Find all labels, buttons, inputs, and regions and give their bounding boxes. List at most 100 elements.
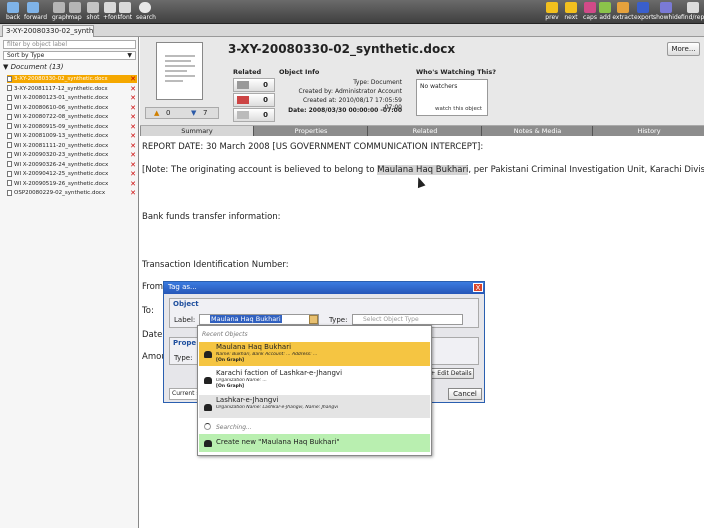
remove-icon[interactable]: ✕ (130, 123, 136, 131)
sidebar-document-item[interactable]: WI X-20080722-08_synthetic.docx ✕ (7, 113, 137, 121)
remove-icon[interactable]: ✕ (130, 189, 136, 197)
showhide-button[interactable]: showhide (653, 2, 681, 24)
document-icon (7, 189, 12, 196)
remove-icon[interactable]: ✕ (130, 132, 136, 140)
document-thumbnail (156, 42, 203, 100)
object-subtabs: Summary Properties Related Notes & Media… (140, 126, 704, 136)
suggestion-item[interactable]: Maulana Haq Bukhari Name: Bukhari, Bank … (199, 342, 430, 366)
document-icon (7, 113, 12, 120)
sidebar-document-item[interactable]: WI X-20080610-06_synthetic.docx ✕ (7, 104, 137, 112)
find-replace-button[interactable]: find/rep (681, 2, 704, 24)
suggestion-item[interactable]: Karachi faction of Lashkar-e-Jhangvi Org… (199, 368, 430, 393)
related-organizations-button[interactable]: 0 (233, 93, 275, 107)
info-created-by: Created by: Administrator Account (298, 88, 402, 95)
export-icon (637, 2, 649, 13)
document-icon (7, 104, 12, 110)
font-decrease-button[interactable]: -font (118, 2, 132, 24)
add-button[interactable]: add (598, 2, 612, 24)
sidebar-document-item[interactable]: 3-XY-20081117-12_synthetic.docx ✕ (7, 85, 137, 93)
tab-related[interactable]: Related (369, 126, 482, 136)
edit-details-button[interactable]: + Edit Details (428, 368, 474, 379)
remove-icon[interactable]: ✕ (130, 113, 136, 121)
tab-summary[interactable]: Summary (141, 126, 254, 136)
dialog-title: Tag as... (164, 282, 484, 294)
watch-object-link[interactable]: watch this object (435, 106, 482, 112)
filter-input[interactable]: filter by object label (3, 40, 136, 49)
shot-button[interactable]: shot (86, 2, 100, 24)
watching-heading: Who's Watching This? (416, 68, 496, 76)
sidebar-document-item[interactable]: WI X-20081009-13_synthetic.docx ✕ (7, 132, 137, 140)
related-documents-button[interactable]: 0 (233, 108, 275, 122)
document-icon (7, 161, 12, 167)
forward-button[interactable]: forward (24, 2, 47, 24)
more-button[interactable]: More... (667, 42, 700, 56)
remove-icon[interactable]: ✕ (130, 104, 136, 112)
suggestion-item[interactable]: Lashkar-e-Jhangvi Organization Name: Las… (199, 395, 430, 418)
prev-button[interactable]: prev (545, 2, 559, 24)
next-icon (565, 2, 577, 13)
graph-button[interactable]: graph (52, 2, 70, 24)
sidebar-document-item[interactable]: WI X-20090326-24_synthetic.docx ✕ (7, 161, 137, 169)
object-header: ▲ 0 ▼ 7 3-XY-20080330-02_synthetic.docx … (140, 37, 704, 126)
sidebar-document-item[interactable]: WI X-20081111-20_synthetic.docx ✕ (7, 142, 137, 150)
document-group-header[interactable]: ▼ Document (13) (3, 63, 63, 71)
vote-down-icon[interactable]: ▼ (191, 109, 196, 117)
highlighted-entity[interactable]: Maulana Haq Bukhari (377, 165, 469, 175)
sidebar-document-item[interactable]: OSP20080229-02_synthetic.docx ✕ (7, 189, 137, 197)
font-increase-button[interactable]: +font (103, 2, 120, 24)
remove-icon[interactable]: ✕ (130, 94, 136, 102)
cancel-button[interactable]: Cancel (448, 388, 482, 400)
remove-icon[interactable]: ✕ (130, 180, 136, 188)
info-type: Type: Document (353, 79, 402, 86)
next-button[interactable]: next (564, 2, 578, 24)
object-info-heading: Object Info (279, 68, 320, 76)
info-date: Date: 2008/03/30 00:00:00 -07:00 (288, 107, 402, 114)
extract-button[interactable]: extract (612, 2, 634, 24)
bank-transfer-line: Bank funds transfer information: (142, 212, 281, 222)
sidebar-document-item[interactable]: WI X-20090519-26_synthetic.docx ✕ (7, 180, 137, 188)
sidebar-document-item[interactable]: WI X-20080915-09_synthetic.docx ✕ (7, 123, 137, 131)
caps-icon (584, 2, 596, 13)
report-date-line: REPORT DATE: 30 March 2008 [US GOVERNMEN… (142, 142, 484, 152)
sidebar-document-item[interactable]: WI X-20090320-23_synthetic.docx ✕ (7, 151, 137, 159)
remove-icon[interactable]: ✕ (130, 151, 136, 159)
sort-select[interactable]: Sort by Type ▼ (3, 51, 136, 60)
close-icon[interactable]: X (473, 283, 483, 292)
caps-button[interactable]: caps (583, 2, 597, 24)
tab-notes-media[interactable]: Notes & Media (483, 126, 593, 136)
remove-icon[interactable]: ✕ (130, 85, 136, 93)
remove-icon[interactable]: ✕ (130, 161, 136, 169)
find-replace-icon (686, 2, 699, 13)
remove-icon[interactable]: ✕ (130, 170, 136, 178)
note-line: [Note: The originating account is believ… (142, 165, 704, 175)
extract-icon (617, 2, 629, 13)
vote-up-icon[interactable]: ▲ (154, 109, 159, 117)
tab-history[interactable]: History (594, 126, 704, 136)
person-icon (204, 440, 212, 447)
related-people-button[interactable]: 0 (233, 78, 275, 92)
object-type-select[interactable]: Select Object Type (352, 314, 463, 325)
search-button[interactable]: search (136, 2, 156, 24)
camera-icon (87, 2, 99, 13)
document-icon (7, 151, 12, 158)
sidebar-document-item[interactable]: 3-XY-20080330-02_synthetic.docx ✕ (7, 75, 137, 83)
sidebar-document-item[interactable]: WI X-20080123-01_synthetic.docx ✕ (7, 94, 137, 102)
document-icon (7, 170, 12, 177)
create-new-item[interactable]: Create new "Maulana Haq Bukhari" (199, 434, 430, 452)
document-tab[interactable]: 3-XY-20080330-02_synth... ✖ (2, 25, 94, 37)
font-increase-icon (104, 2, 116, 13)
object-sidebar: filter by object label Sort by Type ▼ ▼ D… (0, 37, 139, 528)
remove-icon[interactable]: ✕ (130, 75, 136, 83)
vote-bar: ▲ 0 ▼ 7 (145, 107, 219, 119)
export-button[interactable]: export (634, 2, 653, 24)
sidebar-document-item[interactable]: WI X-20090412-25_synthetic.docx ✕ (7, 170, 137, 178)
back-icon (7, 2, 19, 13)
document-icon (7, 94, 12, 101)
tab-properties[interactable]: Properties (255, 126, 368, 136)
map-button[interactable]: map (68, 2, 82, 24)
search-icon (139, 2, 151, 13)
label-lookup-icon[interactable] (309, 315, 318, 324)
label-input[interactable]: Maulana Haq Bukhari▼ (199, 314, 319, 325)
back-button[interactable]: back (6, 2, 20, 24)
remove-icon[interactable]: ✕ (130, 142, 136, 150)
